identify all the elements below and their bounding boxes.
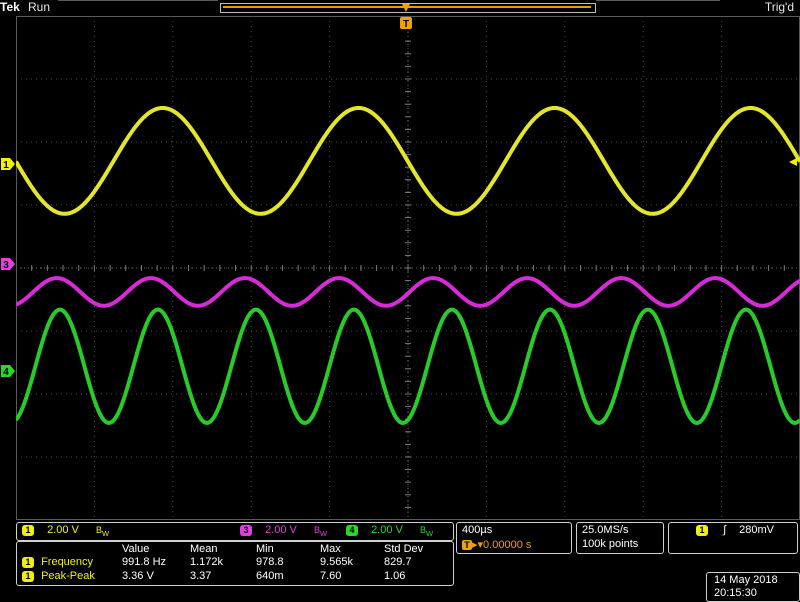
ch1-marker[interactable]: 1 bbox=[1, 157, 15, 171]
meas-name: Frequency bbox=[41, 556, 94, 568]
arrow-right-icon: ▸▾ bbox=[472, 539, 484, 551]
timebase-position-row: T ▸▾0.00000 s bbox=[462, 538, 531, 551]
ch4-chip: 4 bbox=[346, 525, 358, 536]
trigger-position-marker[interactable]: T bbox=[399, 2, 413, 30]
ch1-bw-icon: BW bbox=[95, 525, 110, 538]
timebase-position: 0.00000 s bbox=[483, 539, 532, 551]
trigger-status: Trig'd bbox=[764, 0, 794, 14]
trigger-readout-row: 1 ∫ 280mV bbox=[696, 524, 774, 536]
meas-value: 991.8 Hz bbox=[122, 556, 167, 568]
ch3-readout[interactable]: 3 2.00 V BW bbox=[240, 524, 327, 538]
sample-rate: 25.0MS/s bbox=[582, 524, 629, 536]
ch4-readout[interactable]: 4 2.00 V BW bbox=[346, 524, 433, 538]
ch3-chip: 3 bbox=[240, 525, 252, 536]
meas-source-chip: 1 bbox=[22, 571, 34, 582]
meas-header-std: Std Dev bbox=[384, 543, 424, 555]
meas-mean: 3.37 bbox=[190, 570, 212, 582]
waveform-display[interactable] bbox=[16, 16, 800, 520]
ch3-marker-label: 3 bbox=[3, 260, 9, 270]
ch4-marker[interactable]: 4 bbox=[1, 364, 15, 378]
ch3-marker[interactable]: 3 bbox=[1, 257, 15, 271]
meas-std: 1.06 bbox=[384, 570, 406, 582]
meas-std: 829.7 bbox=[384, 556, 412, 568]
meas-header-mean: Mean bbox=[190, 543, 218, 555]
time: 20:15:30 bbox=[714, 587, 757, 599]
trigger-level-marker[interactable] bbox=[787, 154, 799, 166]
ch1-scale: 2.00 V bbox=[47, 524, 79, 536]
meas-max: 9.565k bbox=[320, 556, 354, 568]
meas-source-chip: 1 bbox=[22, 557, 34, 568]
meas-header-min: Min bbox=[256, 543, 274, 555]
ch3-bw-icon: BW bbox=[313, 525, 328, 538]
rising-edge-icon: ∫ bbox=[723, 524, 727, 536]
timebase-scale: 400µs bbox=[462, 524, 493, 536]
ch4-scale: 2.00 V bbox=[371, 524, 403, 536]
run-state[interactable]: Run bbox=[28, 0, 50, 14]
trigger-source-chip: 1 bbox=[696, 525, 708, 536]
ch3-scale: 2.00 V bbox=[265, 524, 297, 536]
ch4-bw-icon: BW bbox=[419, 525, 434, 538]
trigger-level: 280mV bbox=[739, 524, 774, 536]
ch4-marker-label: 4 bbox=[3, 367, 9, 377]
trigger-t-label: T bbox=[403, 19, 409, 30]
meas-row-peak-peak[interactable]: 1 Peak-Peak bbox=[22, 570, 95, 582]
meas-max: 7.60 bbox=[320, 570, 342, 582]
meas-min: 640m bbox=[256, 570, 284, 582]
trigger-arrow-icon bbox=[402, 4, 410, 12]
trigger-level-arrow-icon bbox=[789, 158, 797, 166]
trigger-chip-icon: T bbox=[462, 540, 472, 550]
ch1-marker-label: 1 bbox=[3, 160, 9, 170]
date: 14 May 2018 bbox=[714, 574, 778, 586]
meas-header-max: Max bbox=[320, 543, 341, 555]
divider bbox=[58, 0, 218, 1]
ch1-chip: 1 bbox=[22, 525, 34, 536]
meas-mean: 1.172k bbox=[190, 556, 224, 568]
meas-value: 3.36 V bbox=[122, 570, 154, 582]
brand-logo: Tek bbox=[0, 0, 20, 14]
record-length: 100k points bbox=[582, 538, 639, 550]
meas-row-frequency[interactable]: 1 Frequency bbox=[22, 556, 93, 568]
meas-header-value: Value bbox=[122, 543, 150, 555]
ch1-readout[interactable]: 1 2.00 V BW bbox=[22, 524, 109, 538]
meas-min: 978.8 bbox=[256, 556, 284, 568]
meas-name: Peak-Peak bbox=[41, 570, 95, 582]
divider bbox=[596, 0, 720, 1]
